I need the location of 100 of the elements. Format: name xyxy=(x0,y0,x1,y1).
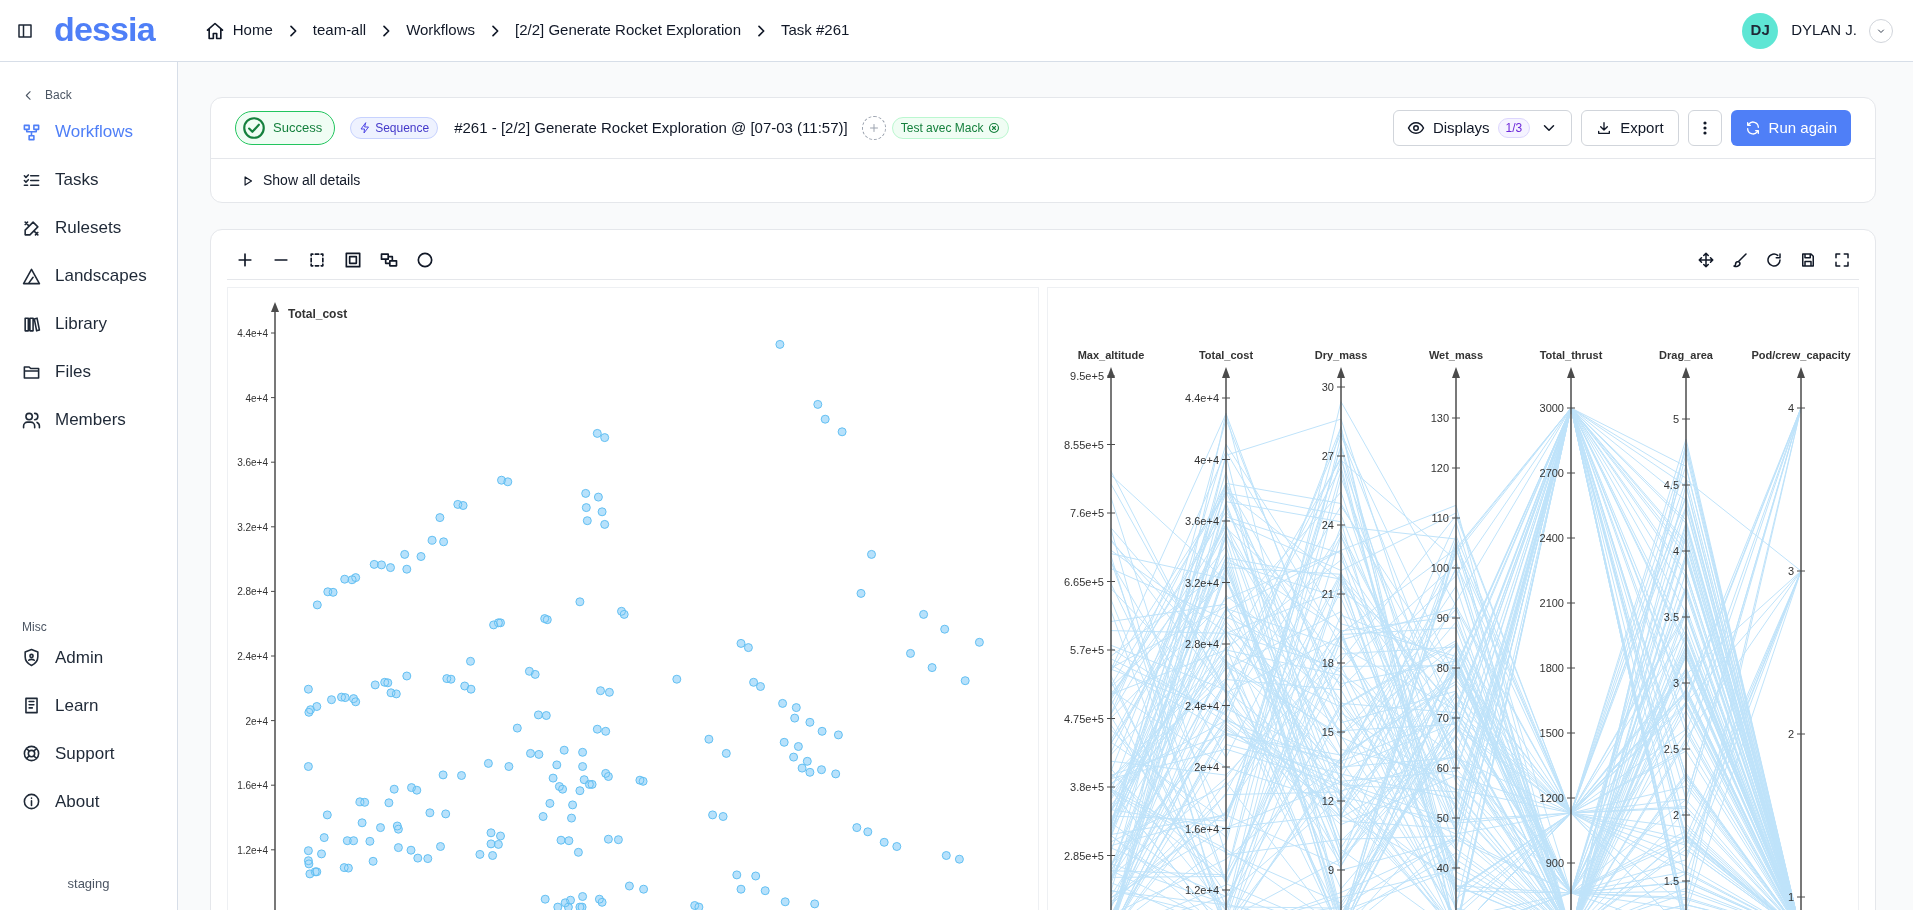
nav-item[interactable]: Landscapes xyxy=(22,262,155,290)
tick-label: 3.8e+5 xyxy=(1069,781,1104,793)
tick-label: 2e+4 xyxy=(245,715,268,727)
tick-label: 3.2e+4 xyxy=(1184,576,1219,589)
tick-label: 4.5 xyxy=(1663,479,1679,491)
home-icon xyxy=(204,20,225,41)
nav-item[interactable]: Support xyxy=(22,739,155,768)
eye-icon xyxy=(1406,119,1425,137)
tick-label: 4.4e+4 xyxy=(1184,392,1219,404)
tick-label: 2.8e+4 xyxy=(1184,638,1219,650)
book-icon xyxy=(22,696,41,715)
nav-item[interactable]: Rulesets xyxy=(22,214,155,242)
split-select-icon[interactable] xyxy=(379,250,399,270)
tick-label: 110 xyxy=(1430,512,1449,524)
export-button[interactable]: Export xyxy=(1581,110,1679,146)
tick-label: 2.4e+4 xyxy=(237,651,268,662)
tick-label: 4e+4 xyxy=(1193,453,1219,466)
tick-label: 130 xyxy=(1430,412,1449,424)
tick-label: 1.2e+4 xyxy=(237,844,268,856)
axis-title: Drag_area xyxy=(1658,349,1713,361)
axis-title: Dry_mass xyxy=(1314,349,1367,361)
tick-label: 2 xyxy=(1672,809,1679,821)
save-icon[interactable] xyxy=(1799,251,1817,269)
info-icon xyxy=(22,792,41,811)
tick-label: 9.5e+5 xyxy=(1069,370,1104,382)
type-label: Sequence xyxy=(375,120,430,137)
tick-label: 8.55e+5 xyxy=(1063,438,1104,451)
tick-label: 1.2e+4 xyxy=(1184,884,1219,896)
tick-label: 21 xyxy=(1321,588,1334,600)
tick-label: 3 xyxy=(1672,677,1679,689)
sidebar-toggle-icon[interactable] xyxy=(16,21,34,40)
tick-label: 3.6e+4 xyxy=(237,457,268,469)
tick-label: 3000 xyxy=(1539,402,1564,414)
tick-label: 2.85e+5 xyxy=(1063,849,1104,862)
close-icon[interactable] xyxy=(988,122,1001,134)
tick-label: 1.6e+4 xyxy=(237,780,268,792)
selection-icon[interactable] xyxy=(307,250,327,270)
axis-title: Wet_mass xyxy=(1428,349,1483,361)
nav-item[interactable]: Learn xyxy=(22,691,155,720)
breadcrumb-link[interactable]: [2/2] Generate Rocket Exploration xyxy=(515,19,741,42)
more-button[interactable] xyxy=(1687,110,1722,146)
nav-item[interactable]: Tasks xyxy=(22,166,155,194)
books-icon xyxy=(22,314,41,334)
tick-label: 2.5 xyxy=(1663,743,1679,755)
shield-icon xyxy=(22,648,41,667)
brush-icon[interactable] xyxy=(1731,251,1749,269)
tick-label: 2700 xyxy=(1539,467,1564,479)
tick-label: 1500 xyxy=(1539,727,1564,739)
tick-label: 6.65e+5 xyxy=(1063,575,1104,588)
nav-item[interactable]: Members xyxy=(22,406,155,434)
breadcrumb-link[interactable]: team-all xyxy=(312,19,367,42)
tick-label: 1800 xyxy=(1539,662,1564,674)
nav-item[interactable]: Files xyxy=(22,358,155,386)
tick-label: 1.5 xyxy=(1663,875,1679,887)
axis-title: Total_cost xyxy=(1198,349,1253,361)
tick-label: 4 xyxy=(1672,545,1679,557)
nav-item[interactable]: About xyxy=(22,787,155,816)
back-link[interactable]: Back xyxy=(22,86,155,104)
tick-label: 18 xyxy=(1321,657,1334,669)
download-icon xyxy=(1596,120,1613,136)
breadcrumb-link[interactable]: Home xyxy=(204,19,273,42)
tick-label: 2100 xyxy=(1539,597,1564,609)
box-select-icon[interactable] xyxy=(343,250,363,270)
tick-label: 1 xyxy=(1787,891,1794,903)
tick-label: 12 xyxy=(1321,795,1334,807)
lifebuoy-icon xyxy=(22,744,41,763)
tick-label: 4.75e+5 xyxy=(1063,712,1104,725)
run-again-button[interactable]: Run again xyxy=(1730,110,1851,146)
kebab-icon xyxy=(1702,121,1707,135)
nav-item[interactable]: Admin xyxy=(22,643,155,672)
tick-label: 1200 xyxy=(1539,792,1564,804)
refresh-icon[interactable] xyxy=(1765,251,1783,269)
nav-item[interactable]: Workflows xyxy=(22,118,155,146)
fullscreen-icon[interactable] xyxy=(1833,251,1851,269)
displays-button[interactable]: Displays 1/3 xyxy=(1392,110,1573,146)
lightning-icon xyxy=(359,122,372,134)
details-toggle[interactable]: Show all details xyxy=(241,170,361,191)
tick-label: 100 xyxy=(1430,562,1449,574)
task-title: #261 - [2/2] Generate Rocket Exploration @ [07-03 (11:57)] xyxy=(454,117,848,138)
tick-label: 2400 xyxy=(1539,532,1564,544)
tick-label: 4.4e+4 xyxy=(237,328,268,339)
move-icon[interactable] xyxy=(1697,251,1715,269)
tick-label: 2e+4 xyxy=(1193,761,1219,773)
tick-label: 4e+4 xyxy=(245,392,268,404)
tick-label: 3.2e+4 xyxy=(237,521,268,533)
tick-label: 60 xyxy=(1436,762,1449,774)
tick-label: 2.8e+4 xyxy=(237,586,268,598)
tick-label: 15 xyxy=(1321,726,1334,738)
triangle-icon xyxy=(22,266,41,286)
breadcrumb-link[interactable]: Task #261 xyxy=(781,19,850,42)
tick-label: 3.5 xyxy=(1663,611,1679,623)
tick-label: 24 xyxy=(1321,519,1334,531)
avatar: DJ xyxy=(1742,12,1779,49)
tick-label: 40 xyxy=(1436,862,1449,874)
status-label: Success xyxy=(273,119,323,138)
tick-label: 900 xyxy=(1545,857,1564,869)
count-badge: 1/3 xyxy=(1497,118,1531,138)
tick-label: 7.6e+5 xyxy=(1069,507,1104,519)
nav-item[interactable]: Library xyxy=(22,310,155,338)
breadcrumb-link[interactable]: Workflows xyxy=(406,19,476,42)
